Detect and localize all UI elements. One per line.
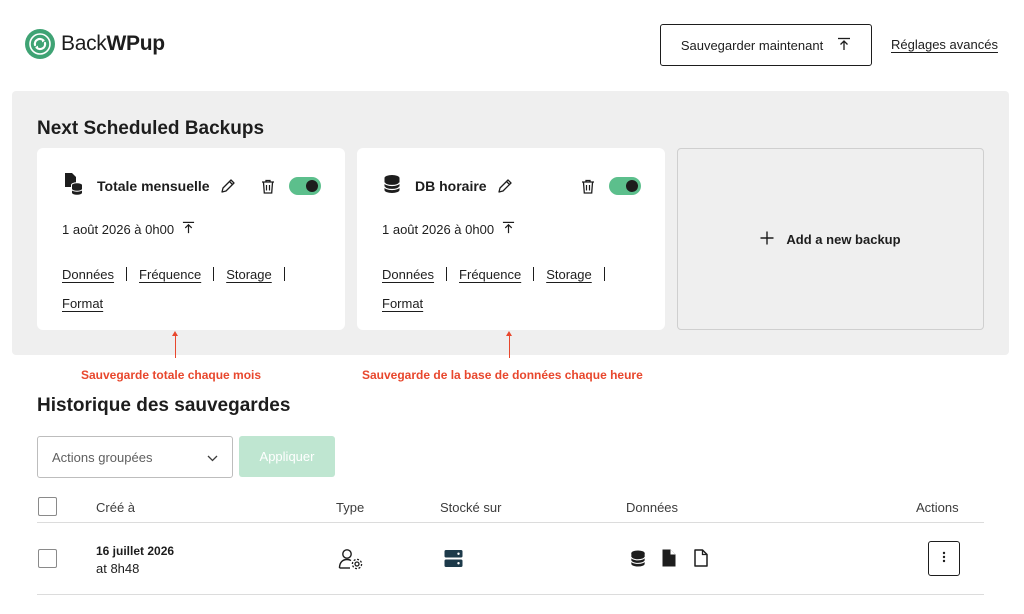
table-row-date: 16 juillet 2026 at 8h48 — [96, 543, 174, 577]
column-actions: Actions — [916, 500, 959, 515]
kebab-menu-icon — [942, 550, 946, 568]
next-run-date: 1 août 2026 à 0h00 — [382, 221, 495, 237]
edit-pencil-icon[interactable] — [220, 178, 236, 194]
annotation-monthly: Sauvegarde totale chaque mois — [81, 368, 262, 382]
file-database-icon — [63, 172, 83, 201]
link-storage[interactable]: Storage — [226, 267, 272, 282]
table-header-divider — [37, 522, 984, 523]
file-filled-icon — [662, 549, 676, 572]
next-run: 1 août 2026 à 0h00 — [382, 221, 515, 237]
link-data[interactable]: Données — [382, 267, 434, 282]
column-type: Type — [336, 500, 365, 515]
trash-icon[interactable] — [261, 179, 275, 194]
backup-card-db-hourly: DB horaire 1 août 2026 à 0h00 Données Fré… — [357, 148, 665, 330]
trash-icon[interactable] — [581, 179, 595, 194]
next-run: 1 août 2026 à 0h00 — [62, 221, 195, 237]
scheduled-backups-title: Next Scheduled Backups — [37, 118, 265, 139]
add-new-backup-label: Add a new backup — [786, 231, 901, 247]
user-gear-icon — [338, 548, 364, 575]
link-format[interactable]: Format — [382, 296, 423, 311]
backup-enabled-toggle[interactable] — [609, 177, 641, 195]
run-now-upload-icon[interactable] — [502, 221, 515, 237]
edit-pencil-icon[interactable] — [497, 178, 513, 194]
backup-date: 16 juillet 2026 — [96, 544, 175, 558]
advanced-settings-link[interactable]: Réglages avancés — [891, 37, 998, 52]
annotation-arrow — [172, 331, 178, 358]
backup-settings-links: Données Fréquence Storage Format — [382, 260, 652, 318]
column-stored-on: Stocké sur — [440, 500, 502, 515]
backup-enabled-toggle[interactable] — [289, 177, 321, 195]
database-icon — [630, 549, 646, 573]
logo-text: BackWPup — [61, 32, 165, 55]
upload-icon — [837, 37, 851, 54]
history-title: Historique des sauvegardes — [37, 395, 291, 416]
chevron-down-icon — [207, 450, 218, 465]
row-checkbox[interactable] — [38, 549, 57, 568]
table-row-divider — [37, 594, 984, 595]
column-created: Créé à — [96, 500, 136, 515]
backup-card-monthly: Totale mensuelle 1 août 2026 à 0h00 Donn… — [37, 148, 345, 330]
row-actions-menu-button[interactable] — [928, 541, 960, 576]
link-format[interactable]: Format — [62, 296, 103, 311]
backwpup-logo: BackWPup — [25, 29, 165, 59]
backup-settings-links: Données Fréquence Storage Format — [62, 260, 332, 318]
next-run-date: 1 août 2026 à 0h00 — [62, 221, 175, 237]
run-now-upload-icon[interactable] — [182, 221, 195, 237]
bulk-actions-select[interactable]: Actions groupées — [37, 436, 233, 478]
link-data[interactable]: Données — [62, 267, 114, 282]
backup-time: at 8h48 — [96, 561, 140, 576]
save-now-label: Sauvegarder maintenant — [680, 37, 824, 53]
file-outline-icon — [694, 549, 708, 572]
database-icon — [383, 174, 401, 199]
backup-name: Totale mensuelle — [97, 178, 210, 194]
backup-name: DB horaire — [415, 178, 487, 194]
server-icon — [444, 549, 463, 573]
apply-button[interactable]: Appliquer — [239, 436, 335, 477]
add-new-backup-button[interactable]: Add a new backup — [677, 148, 984, 330]
bulk-actions-value: Actions groupées — [52, 449, 153, 465]
annotation-hourly: Sauvegarde de la base de données chaque … — [362, 368, 643, 382]
column-data: Données — [626, 500, 679, 515]
link-frequency[interactable]: Fréquence — [139, 267, 201, 282]
annotation-arrow — [506, 331, 512, 358]
plus-icon — [760, 231, 774, 248]
backwpup-logo-icon — [25, 29, 55, 59]
select-all-checkbox[interactable] — [38, 497, 57, 516]
save-now-button[interactable]: Sauvegarder maintenant — [660, 24, 872, 66]
link-frequency[interactable]: Fréquence — [459, 267, 521, 282]
link-storage[interactable]: Storage — [546, 267, 592, 282]
